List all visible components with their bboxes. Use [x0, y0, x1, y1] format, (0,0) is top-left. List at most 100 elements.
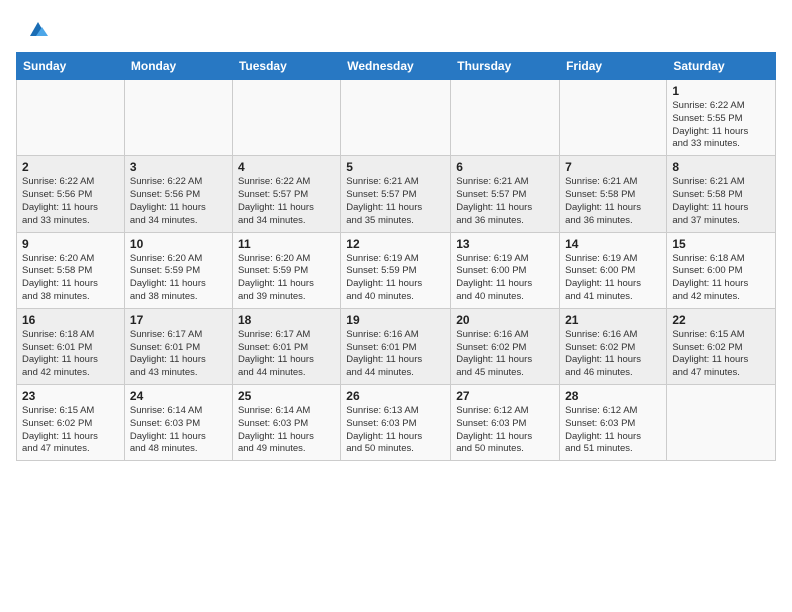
day-info: Sunrise: 6:12 AM Sunset: 6:03 PM Dayligh…	[565, 405, 661, 456]
week-row-3: 16 Sunrise: 6:18 AM Sunset: 6:01 PM Dayli…	[17, 308, 776, 384]
day-info: Sunrise: 6:12 AM Sunset: 6:03 PM Dayligh…	[456, 405, 554, 456]
day-cell: 14Sunrise: 6:19 AM Sunset: 6:00 PM Dayli…	[560, 232, 667, 308]
day-info: Sunrise: 6:18 AM Sunset: 6:01 PM Dayligh…	[22, 329, 119, 380]
day-cell: 7 Sunrise: 6:21 AM Sunset: 5:58 PM Daylig…	[560, 156, 667, 232]
day-info: Sunrise: 6:14 AM Sunset: 6:03 PM Dayligh…	[130, 405, 227, 456]
day-cell: 23Sunrise: 6:15 AM Sunset: 6:02 PM Dayli…	[17, 385, 125, 461]
day-number: 4	[238, 160, 335, 174]
day-info: Sunrise: 6:20 AM Sunset: 5:59 PM Dayligh…	[238, 253, 335, 304]
day-cell: 12 Sunrise: 6:19 AM Sunset: 5:59 PM Dayli…	[341, 232, 451, 308]
day-number: 11	[238, 237, 335, 251]
page: SundayMondayTuesdayWednesdayThursdayFrid…	[0, 0, 792, 612]
day-info: Sunrise: 6:17 AM Sunset: 6:01 PM Dayligh…	[130, 329, 227, 380]
day-number: 28	[565, 389, 661, 403]
day-number: 20	[456, 313, 554, 327]
header-row: SundayMondayTuesdayWednesdayThursdayFrid…	[17, 53, 776, 80]
day-number: 13	[456, 237, 554, 251]
day-info: Sunrise: 6:21 AM Sunset: 5:57 PM Dayligh…	[346, 176, 445, 227]
day-cell: 28 Sunrise: 6:12 AM Sunset: 6:03 PM Dayli…	[560, 385, 667, 461]
day-cell: 6 Sunrise: 6:21 AM Sunset: 5:57 PM Daylig…	[451, 156, 560, 232]
header-cell-tuesday: Tuesday	[232, 53, 340, 80]
day-info: Sunrise: 6:19 AM Sunset: 5:59 PM Dayligh…	[346, 253, 445, 304]
day-number: 7	[565, 160, 661, 174]
day-info: Sunrise: 6:22 AM Sunset: 5:56 PM Dayligh…	[22, 176, 119, 227]
day-cell	[232, 80, 340, 156]
day-number: 21	[565, 313, 661, 327]
day-info: Sunrise: 6:14 AM Sunset: 6:03 PM Dayligh…	[238, 405, 335, 456]
day-number: 16	[22, 313, 119, 327]
day-cell: 24 Sunrise: 6:14 AM Sunset: 6:03 PM Dayli…	[124, 385, 232, 461]
day-cell: 9 Sunrise: 6:20 AM Sunset: 5:58 PM Daylig…	[17, 232, 125, 308]
day-cell	[451, 80, 560, 156]
day-cell: 3Sunrise: 6:22 AM Sunset: 5:56 PM Daylig…	[124, 156, 232, 232]
day-cell: 13 Sunrise: 6:19 AM Sunset: 6:00 PM Dayli…	[451, 232, 560, 308]
calendar-table: SundayMondayTuesdayWednesdayThursdayFrid…	[16, 52, 776, 461]
day-number: 12	[346, 237, 445, 251]
day-cell: 16 Sunrise: 6:18 AM Sunset: 6:01 PM Dayli…	[17, 308, 125, 384]
day-info: Sunrise: 6:22 AM Sunset: 5:55 PM Dayligh…	[672, 100, 770, 151]
day-number: 25	[238, 389, 335, 403]
day-cell	[341, 80, 451, 156]
day-number: 17	[130, 313, 227, 327]
week-row-2: 9 Sunrise: 6:20 AM Sunset: 5:58 PM Daylig…	[17, 232, 776, 308]
day-number: 24	[130, 389, 227, 403]
week-row-1: 2 Sunrise: 6:22 AM Sunset: 5:56 PM Daylig…	[17, 156, 776, 232]
day-number: 23	[22, 389, 119, 403]
day-number: 8	[672, 160, 770, 174]
day-cell: 19Sunrise: 6:16 AM Sunset: 6:01 PM Dayli…	[341, 308, 451, 384]
day-number: 9	[22, 237, 119, 251]
day-info: Sunrise: 6:22 AM Sunset: 5:57 PM Dayligh…	[238, 176, 335, 227]
day-cell: 11 Sunrise: 6:20 AM Sunset: 5:59 PM Dayli…	[232, 232, 340, 308]
day-number: 15	[672, 237, 770, 251]
day-info: Sunrise: 6:20 AM Sunset: 5:59 PM Dayligh…	[130, 253, 227, 304]
logo-text	[24, 18, 50, 44]
day-number: 27	[456, 389, 554, 403]
header-cell-saturday: Saturday	[667, 53, 776, 80]
header-cell-monday: Monday	[124, 53, 232, 80]
day-cell	[560, 80, 667, 156]
day-info: Sunrise: 6:16 AM Sunset: 6:02 PM Dayligh…	[565, 329, 661, 380]
day-cell: 1 Sunrise: 6:22 AM Sunset: 5:55 PM Daylig…	[667, 80, 776, 156]
logo-area	[24, 18, 50, 44]
day-number: 22	[672, 313, 770, 327]
day-number: 6	[456, 160, 554, 174]
day-info: Sunrise: 6:20 AM Sunset: 5:58 PM Dayligh…	[22, 253, 119, 304]
day-cell: 4 Sunrise: 6:22 AM Sunset: 5:57 PM Daylig…	[232, 156, 340, 232]
day-cell: 20 Sunrise: 6:16 AM Sunset: 6:02 PM Dayli…	[451, 308, 560, 384]
week-row-4: 23Sunrise: 6:15 AM Sunset: 6:02 PM Dayli…	[17, 385, 776, 461]
header-cell-wednesday: Wednesday	[341, 53, 451, 80]
day-cell: 15 Sunrise: 6:18 AM Sunset: 6:00 PM Dayli…	[667, 232, 776, 308]
day-cell	[667, 385, 776, 461]
day-info: Sunrise: 6:21 AM Sunset: 5:57 PM Dayligh…	[456, 176, 554, 227]
day-info: Sunrise: 6:18 AM Sunset: 6:00 PM Dayligh…	[672, 253, 770, 304]
day-info: Sunrise: 6:16 AM Sunset: 6:02 PM Dayligh…	[456, 329, 554, 380]
header-cell-thursday: Thursday	[451, 53, 560, 80]
day-cell: 2 Sunrise: 6:22 AM Sunset: 5:56 PM Daylig…	[17, 156, 125, 232]
day-number: 18	[238, 313, 335, 327]
day-number: 3	[130, 160, 227, 174]
day-info: Sunrise: 6:19 AM Sunset: 6:00 PM Dayligh…	[565, 253, 661, 304]
header-cell-friday: Friday	[560, 53, 667, 80]
day-cell: 8 Sunrise: 6:21 AM Sunset: 5:58 PM Daylig…	[667, 156, 776, 232]
day-info: Sunrise: 6:21 AM Sunset: 5:58 PM Dayligh…	[672, 176, 770, 227]
day-info: Sunrise: 6:17 AM Sunset: 6:01 PM Dayligh…	[238, 329, 335, 380]
header-cell-sunday: Sunday	[17, 53, 125, 80]
day-number: 2	[22, 160, 119, 174]
day-number: 10	[130, 237, 227, 251]
day-cell: 26Sunrise: 6:13 AM Sunset: 6:03 PM Dayli…	[341, 385, 451, 461]
day-info: Sunrise: 6:21 AM Sunset: 5:58 PM Dayligh…	[565, 176, 661, 227]
day-cell	[17, 80, 125, 156]
day-cell: 27 Sunrise: 6:12 AM Sunset: 6:03 PM Dayli…	[451, 385, 560, 461]
header	[0, 0, 792, 52]
day-number: 5	[346, 160, 445, 174]
calendar-wrapper: SundayMondayTuesdayWednesdayThursdayFrid…	[0, 52, 792, 473]
calendar-body: 1 Sunrise: 6:22 AM Sunset: 5:55 PM Daylig…	[17, 80, 776, 461]
day-cell: 22Sunrise: 6:15 AM Sunset: 6:02 PM Dayli…	[667, 308, 776, 384]
day-cell: 10 Sunrise: 6:20 AM Sunset: 5:59 PM Dayli…	[124, 232, 232, 308]
day-info: Sunrise: 6:19 AM Sunset: 6:00 PM Dayligh…	[456, 253, 554, 304]
week-row-0: 1 Sunrise: 6:22 AM Sunset: 5:55 PM Daylig…	[17, 80, 776, 156]
day-cell: 17 Sunrise: 6:17 AM Sunset: 6:01 PM Dayli…	[124, 308, 232, 384]
day-cell: 21 Sunrise: 6:16 AM Sunset: 6:02 PM Dayli…	[560, 308, 667, 384]
day-number: 1	[672, 84, 770, 98]
calendar-header: SundayMondayTuesdayWednesdayThursdayFrid…	[17, 53, 776, 80]
